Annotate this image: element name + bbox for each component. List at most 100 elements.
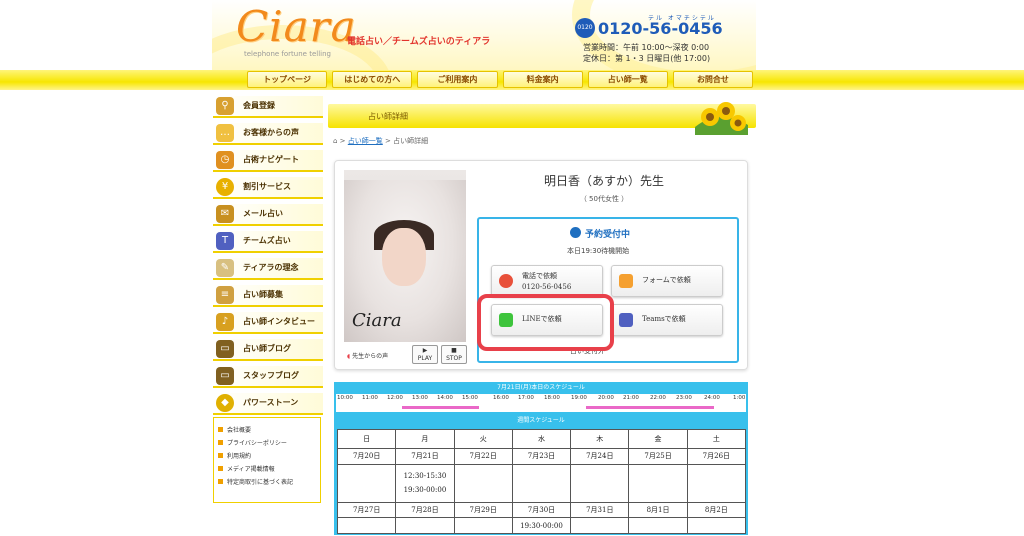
- link-company[interactable]: 会社概要: [218, 424, 316, 437]
- weekday-cell: 日: [336, 429, 397, 449]
- weekly-schedule-header: 週間スケジュール: [517, 417, 565, 424]
- sidebar-item-register[interactable]: ⚲ 会員登録: [213, 96, 323, 118]
- sidebar-item-teller-blog[interactable]: ▭ 占い師ブログ: [213, 339, 323, 361]
- link-commerce-law[interactable]: 特定商取引に基づく表記: [218, 476, 316, 489]
- stop-button[interactable]: ■ STOP: [441, 345, 467, 364]
- fortune-teller-photo: Ciara: [344, 170, 466, 342]
- nav-contact[interactable]: お問合せ: [672, 71, 754, 88]
- free-dial-icon: 0120: [575, 18, 595, 38]
- date-cell: 8月2日: [686, 501, 747, 519]
- sidebar-item-label: ティアラの理念: [243, 263, 299, 272]
- sidebar-item-staff-blog[interactable]: ▭ スタッフブログ: [213, 366, 323, 388]
- phone-number[interactable]: 0120-56-0456: [598, 19, 723, 38]
- monitor-icon: ▭: [216, 340, 234, 358]
- timeline-tick: 12:00: [387, 395, 403, 401]
- timeline-tick: 18:00: [544, 395, 560, 401]
- sidebar-item-navigator[interactable]: ◷ 占術ナビゲート: [213, 150, 323, 172]
- envelope-icon: ✉: [216, 205, 234, 223]
- voice-label-text: 先生からの声: [352, 353, 389, 360]
- sidebar-item-label: お客様からの声: [243, 128, 299, 137]
- site-logo[interactable]: Ciara: [236, 2, 357, 51]
- link-label: メディア掲載情報: [227, 466, 275, 473]
- timeline-tick: 24:00: [704, 395, 720, 401]
- nav-top[interactable]: トップページ: [247, 71, 328, 88]
- daily-schedule-header: 7月21日(月)本日のスケジュール: [497, 384, 585, 391]
- date-row: 7月27日 7月28日 7月29日 7月30日 7月31日 8月1日 8月2日: [336, 501, 747, 519]
- time-cell: [570, 463, 630, 503]
- link-label: 会社概要: [227, 427, 252, 434]
- site-tagline: 電話占い／チームズ占いのティアラ: [347, 37, 491, 47]
- time-slot: 19:30-00:00: [403, 486, 447, 495]
- form-request-button[interactable]: フォームで依頼: [611, 265, 723, 297]
- voice-label: ◖ 先生からの声: [347, 351, 388, 360]
- reservation-start-time: 本日19:30待機開始: [567, 247, 630, 255]
- phone-circle-icon: [570, 227, 581, 238]
- link-media[interactable]: メディア掲載情報: [218, 463, 316, 476]
- weekday-cell: 金: [628, 429, 688, 449]
- gem-icon: ◆: [216, 394, 234, 412]
- weekly-calendar: 日 月 火 水 木 金 土 7月20日 7月21日 7月22日 7月23日 7月…: [336, 429, 747, 534]
- bullet-icon: [218, 440, 223, 445]
- sidebar-item-label: スタッフブログ: [243, 371, 299, 380]
- nav-pricing[interactable]: 料金案内: [502, 71, 583, 88]
- teams-icon: [619, 313, 633, 327]
- play-button[interactable]: ▶ PLAY: [412, 345, 438, 364]
- sidebar-item-label: パワーストーン: [243, 398, 299, 407]
- sidebar-item-power-stone[interactable]: ◆ パワーストーン: [213, 393, 323, 415]
- time-cell: [453, 463, 513, 503]
- link-terms[interactable]: 利用規約: [218, 450, 316, 463]
- link-privacy[interactable]: プライバシーポリシー: [218, 437, 316, 450]
- teams-icon: T: [216, 232, 234, 250]
- sidebar-item-label: チームズ占い: [243, 236, 291, 245]
- weekday-cell: 月: [395, 429, 455, 449]
- breadcrumb-link-list[interactable]: 占い師一覧: [348, 137, 383, 145]
- weekday-cell: 水: [511, 429, 572, 449]
- timeline-tick: 22:00: [650, 395, 666, 401]
- sidebar: ⚲ 会員登録 … お客様からの声 ◷ 占術ナビゲート ¥ 割引サービス ✉ メール占い T…: [213, 96, 323, 420]
- weekday-cell: 土: [686, 429, 747, 449]
- breadcrumb: ⌂ > 占い師一覧 > 占い師詳細: [333, 136, 428, 146]
- sidebar-item-testimonials[interactable]: … お客様からの声: [213, 123, 323, 145]
- sidebar-item-recruit[interactable]: ≡ 占い師募集: [213, 285, 323, 307]
- nav-guide[interactable]: ご利用案内: [417, 71, 498, 88]
- sidebar-item-teams[interactable]: T チームズ占い: [213, 231, 323, 253]
- date-cell: 7月24日: [570, 448, 630, 465]
- timeline-tick: 21:00: [623, 395, 639, 401]
- sidebar-item-philosophy[interactable]: ✎ ティアラの理念: [213, 258, 323, 280]
- photo-watermark-logo: Ciara: [352, 310, 402, 331]
- timeline-available-block: [402, 406, 479, 409]
- mail-form-icon: [619, 274, 633, 288]
- phone-request-text: 電話で依頼: [522, 272, 557, 280]
- sidebar-item-mail[interactable]: ✉ メール占い: [213, 204, 323, 226]
- date-cell: 7月31日: [570, 501, 630, 519]
- time-cell: [686, 517, 747, 534]
- play-label: PLAY: [417, 355, 433, 362]
- teams-request-button[interactable]: Teamsで依頼: [611, 304, 723, 336]
- link-label: 利用規約: [227, 453, 252, 460]
- date-cell: 7月23日: [511, 448, 572, 465]
- timeline-tick: 23:00: [676, 395, 692, 401]
- time-cell: [395, 517, 455, 534]
- time-cell: 19:30-00:00: [511, 517, 572, 534]
- main-nav: トップページ はじめての方へ ご利用案内 料金案内 占い師一覧 お問合せ: [247, 71, 754, 88]
- teams-request-label: Teamsで依頼: [642, 315, 686, 323]
- monitor-icon: ▭: [216, 367, 234, 385]
- sidebar-item-discount[interactable]: ¥ 割引サービス: [213, 177, 323, 199]
- play-icon: ▶: [422, 347, 428, 354]
- sidebar-item-interview[interactable]: ♪ 占い師インタビュー: [213, 312, 323, 334]
- stop-icon: ■: [451, 347, 457, 354]
- nav-fortune-tellers[interactable]: 占い師一覧: [587, 71, 668, 88]
- magnifier-icon: ⚲: [216, 97, 234, 115]
- face-shape: [382, 228, 426, 286]
- sidebar-item-label: 占い師インタビュー: [243, 317, 315, 326]
- nav-beginners[interactable]: はじめての方へ: [332, 71, 413, 88]
- timeline-tick: 10:00: [337, 395, 353, 401]
- sidebar-item-label: 割引サービス: [243, 182, 291, 191]
- timeline-tick: 16:00: [493, 395, 509, 401]
- date-cell: 7月22日: [453, 448, 513, 465]
- time-cell: [570, 517, 630, 534]
- breadcrumb-separator: >: [337, 137, 348, 145]
- sidebar-item-label: 占術ナビゲート: [243, 155, 299, 164]
- breadcrumb-current: 占い師詳細: [393, 137, 429, 145]
- phone-request-button[interactable]: 電話で依頼 0120-56-0456: [491, 265, 603, 297]
